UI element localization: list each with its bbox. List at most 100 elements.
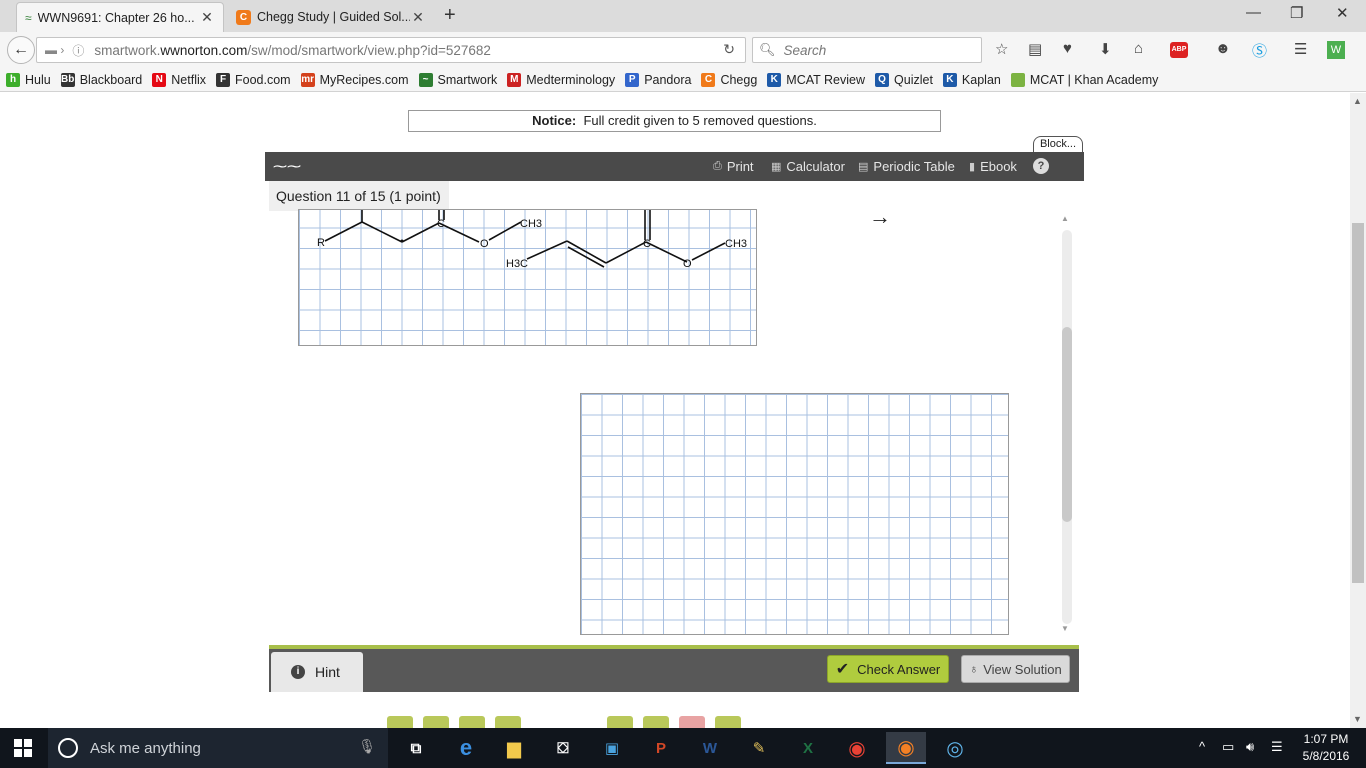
bookmark-star-icon[interactable]: ☆ <box>995 40 1008 58</box>
clock[interactable]: 1:07 PM 5/8/2016 <box>1296 731 1356 765</box>
smartwork-icon: ≈ <box>25 10 32 25</box>
question-scrollbar[interactable]: ▲ ▼ <box>1060 212 1074 642</box>
edge-icon[interactable]: e <box>446 732 486 764</box>
periodic-table-icon: ▤ <box>858 161 869 173</box>
bookmark-favicon-icon: ~ <box>418 72 433 87</box>
restore-icon[interactable]: ❐ <box>1290 4 1303 22</box>
tab-smartwork[interactable]: ≈ WWN9691: Chapter 26 ho... ✕ <box>16 2 224 32</box>
skype-icon[interactable]: Ⓢ <box>1252 40 1267 61</box>
calculator-icon: ▦ <box>771 161 782 173</box>
pocket-icon[interactable]: ♥ <box>1063 40 1072 57</box>
minimize-icon[interactable]: — <box>1246 4 1261 21</box>
help-icon[interactable]: ? <box>1033 158 1049 174</box>
bookmark-mcat-review[interactable]: K MCAT Review <box>767 72 865 87</box>
search-input[interactable]: 🔍︎ Search <box>752 37 982 63</box>
bookmark-quizlet[interactable]: Q Quizlet <box>875 72 933 87</box>
url-bar[interactable]: ▬ › ⓘ smartwork.wwnorton.com/sw/mod/smar… <box>36 37 746 63</box>
close-tab-icon[interactable]: ✕ <box>410 9 426 26</box>
powerpoint-icon[interactable]: P <box>641 732 681 764</box>
emoji-icon[interactable]: ☻ <box>1215 40 1231 57</box>
check-answer-label: Check Answer <box>857 661 941 677</box>
bookmark-pandora[interactable]: P Pandora <box>625 72 691 87</box>
block-tab[interactable]: Block... <box>1033 136 1083 152</box>
bookmark-blackboard[interactable]: Bb Blackboard <box>60 72 142 87</box>
bookmark-favicon-icon: K <box>767 72 782 87</box>
info-icon[interactable]: ⓘ <box>72 42 84 59</box>
menu-icon[interactable]: ☰ <box>1294 40 1307 58</box>
bookmark-chegg[interactable]: C Chegg <box>701 72 757 87</box>
tab-title: Chegg Study | Guided Sol... <box>257 10 410 24</box>
bookmark-smartwork[interactable]: ~ Smartwork <box>418 72 498 87</box>
store-icon[interactable]: ⛋ <box>543 732 583 764</box>
adblock-icon[interactable]: ABP <box>1170 42 1188 58</box>
bookmark-label: Food.com <box>235 72 291 87</box>
bookmark-label: Smartwork <box>437 72 498 87</box>
scroll-thumb[interactable] <box>1352 223 1364 583</box>
bookmark-food-com[interactable]: F Food.com <box>216 72 291 87</box>
tab-chegg[interactable]: C Chegg Study | Guided Sol... ✕ <box>228 2 434 32</box>
info-icon: i <box>291 665 305 679</box>
home-icon[interactable]: ⌂ <box>1134 40 1143 57</box>
bookmark-myrecipes-com[interactable]: mr MyRecipes.com <box>300 72 409 87</box>
new-tab-button[interactable]: + <box>444 4 456 27</box>
reload-icon[interactable]: ↻ <box>723 41 735 58</box>
scroll-down-icon[interactable]: ▼ <box>1353 714 1362 724</box>
cortana-icon <box>58 738 78 758</box>
ebook-button[interactable]: ▮ Ebook <box>969 159 1017 174</box>
reaction-arrow-icon: → <box>869 204 891 229</box>
scroll-up-icon[interactable]: ▲ <box>1353 96 1362 106</box>
product-drawing-grid[interactable] <box>580 393 1009 635</box>
bookmark-netflix[interactable]: N Netflix <box>152 72 206 87</box>
view-solution-button[interactable]: ♁ View Solution <box>961 655 1070 683</box>
back-button[interactable]: ← <box>7 36 35 64</box>
bookmark-hulu[interactable]: h Hulu <box>6 72 51 87</box>
task-view-icon[interactable]: ⧉ <box>396 732 436 764</box>
calculator-button[interactable]: ▦ Calculator <box>771 159 845 174</box>
notifications-icon[interactable]: ☰ <box>1271 739 1283 755</box>
bookmark-medterminology[interactable]: M Medterminology <box>507 72 615 87</box>
periodic-table-button[interactable]: ▤ Periodic Table <box>858 159 955 174</box>
r-atom-label: R <box>317 237 325 249</box>
download-icon[interactable]: ⬇ <box>1099 40 1112 58</box>
hint-button[interactable]: i Hint <box>271 652 363 692</box>
scroll-down-icon[interactable]: ▼ <box>1061 624 1069 633</box>
print-button[interactable]: ⎙ Print <box>713 159 754 174</box>
reactant-drawing-grid: R C O CH3 H3C C O CH3 <box>298 209 757 346</box>
chrome-icon[interactable]: ◉ <box>837 732 877 764</box>
print-label: Print <box>726 159 754 174</box>
question-header: Question 11 of 15 (1 point) <box>269 181 449 211</box>
tray-chevron-icon[interactable]: ^ <box>1199 739 1205 754</box>
firefox-icon[interactable]: ◉ <box>886 732 926 764</box>
search-placeholder: Search <box>783 42 827 58</box>
reading-list-icon[interactable]: ▤ <box>1028 40 1042 58</box>
excel-icon[interactable]: X <box>788 732 828 764</box>
time-text: 1:07 PM <box>1303 732 1349 746</box>
bookmark-favicon-icon: Bb <box>60 72 75 87</box>
smartwork-toolbar: ⁓⁓ ⎙ Print ▦ Calculator ▤ Periodic Table ▮ E… <box>265 152 1084 181</box>
close-tab-icon[interactable]: ✕ <box>199 9 215 26</box>
scroll-up-icon[interactable]: ▲ <box>1061 214 1069 223</box>
tab-title: WWN9691: Chapter 26 ho... <box>37 10 195 25</box>
methyl-label: CH3 <box>725 238 747 250</box>
paint-icon[interactable]: ✎ <box>739 732 779 764</box>
word-icon[interactable]: W <box>690 732 730 764</box>
volume-icon[interactable]: 🔊︎ <box>1246 739 1254 755</box>
scroll-thumb[interactable] <box>1062 327 1072 522</box>
app-icon[interactable]: ◎ <box>935 732 975 764</box>
windows-start-icon[interactable] <box>14 739 32 757</box>
view-solution-label: View Solution <box>983 661 1062 677</box>
page-scrollbar[interactable]: ▲ ▼ <box>1350 93 1366 728</box>
cortana-search-box[interactable]: Ask me anything 🎙︎ <box>48 728 388 768</box>
check-answer-button[interactable]: ✔ Check Answer <box>827 655 949 683</box>
file-explorer-icon[interactable]: ▆ <box>494 732 534 764</box>
checkmark-icon: ✔ <box>835 661 850 678</box>
lightbulb-icon: ♁ <box>969 662 979 676</box>
close-window-icon[interactable]: ✕ <box>1336 4 1349 22</box>
microphone-icon[interactable]: 🎙︎ <box>358 738 376 755</box>
bookmark-mcat-khan-academy[interactable]: MCAT | Khan Academy <box>1010 72 1158 87</box>
bookmark-kaplan[interactable]: K Kaplan <box>942 72 1001 87</box>
control-panel-icon[interactable]: ▣ <box>592 732 632 764</box>
bookmark-favicon-icon: N <box>152 72 167 87</box>
extension-icon[interactable]: W <box>1327 41 1345 59</box>
battery-icon[interactable]: ▭ <box>1222 739 1234 755</box>
